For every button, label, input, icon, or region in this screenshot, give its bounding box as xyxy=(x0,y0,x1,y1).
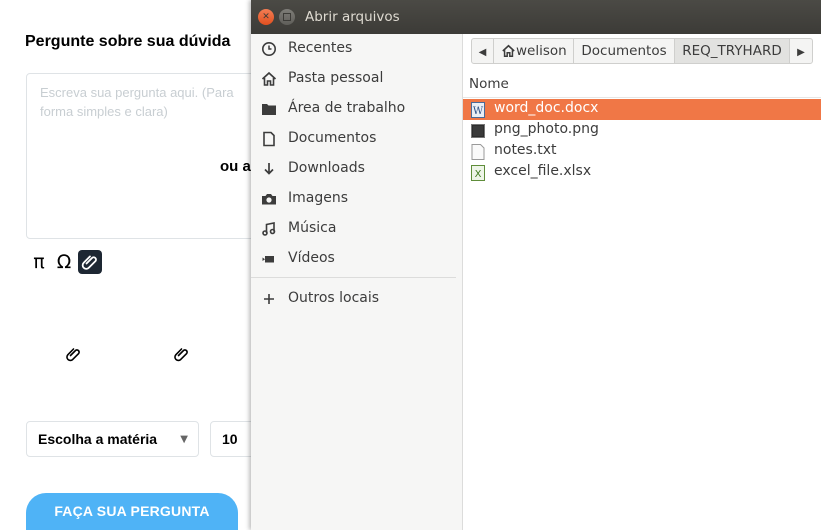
ask-question-button[interactable]: FAÇA SUA PERGUNTA xyxy=(26,493,238,530)
file-name: png_photo.png xyxy=(494,121,599,137)
name-column-header[interactable]: Nome xyxy=(463,71,821,98)
dialog-titlebar[interactable]: Abrir arquivos xyxy=(251,0,821,34)
sidebar-item-outros-locais[interactable]: Outros locais xyxy=(251,284,462,314)
column-header-label: Nome xyxy=(469,76,509,92)
open-files-dialog: Abrir arquivos Recentes Pasta pessoal Ár… xyxy=(251,0,821,530)
page-title: Pergunte sobre sua dúvida xyxy=(25,33,231,50)
question-placeholder: Escreva sua pergunta aqui. (Para forma s… xyxy=(40,85,234,119)
file-name: excel_file.xlsx xyxy=(494,163,592,179)
sidebar-item-downloads[interactable]: Downloads xyxy=(251,154,462,184)
sidebar-separator xyxy=(251,277,456,278)
paperclip-icon[interactable] xyxy=(172,344,192,364)
sidebar-item-documentos[interactable]: Documentos xyxy=(251,124,462,154)
path-scroll-left-button[interactable]: ◀ xyxy=(472,39,494,63)
clock-icon xyxy=(262,42,276,56)
sidebar-item-recentes[interactable]: Recentes xyxy=(251,34,462,64)
sidebar-item-area-de-trabalho[interactable]: Área de trabalho xyxy=(251,94,462,124)
points-value: 10 xyxy=(222,431,238,447)
svg-text:W: W xyxy=(473,106,484,117)
sidebar-item-label: Música xyxy=(288,220,337,236)
svg-text:X: X xyxy=(475,169,482,180)
path-crumb-req-tryhard[interactable]: REQ_TRYHARD xyxy=(675,39,790,63)
path-scroll-right-button[interactable]: ▶ xyxy=(790,39,812,63)
file-row-png-photo[interactable]: png_photo.png xyxy=(463,120,821,141)
subject-select-label: Escolha a matéria xyxy=(38,431,158,447)
home-icon xyxy=(261,71,277,86)
sidebar-item-imagens[interactable]: Imagens xyxy=(251,184,462,214)
download-icon xyxy=(264,163,274,175)
sidebar-item-label: Vídeos xyxy=(288,250,335,266)
text-file-icon xyxy=(471,144,485,160)
sidebar-item-videos[interactable]: Vídeos xyxy=(251,244,462,274)
close-window-button[interactable] xyxy=(258,9,274,25)
image-file-icon xyxy=(471,124,485,138)
sidebar-item-label: Outros locais xyxy=(288,290,380,306)
sidebar-item-label: Pasta pessoal xyxy=(288,70,384,86)
file-name: notes.txt xyxy=(494,142,557,158)
paperclip-icon xyxy=(81,255,97,270)
desktop-folder-icon xyxy=(262,104,276,115)
sidebar-item-label: Documentos xyxy=(288,130,377,146)
file-row-excel-file[interactable]: X excel_file.xlsx xyxy=(463,162,821,183)
word-doc-icon: W xyxy=(471,102,485,118)
paperclip-icon[interactable] xyxy=(64,344,84,364)
subject-select[interactable]: Escolha a matéria ▼ xyxy=(26,421,199,457)
document-icon xyxy=(263,131,275,147)
spreadsheet-icon: X xyxy=(471,165,485,181)
chevron-right-icon: ▶ xyxy=(797,47,805,58)
music-icon xyxy=(262,222,276,236)
minimize-window-button[interactable] xyxy=(279,9,295,25)
path-bar: ◀ welison Documentos REQ_TRYHARD ▶ xyxy=(471,38,813,64)
file-name: word_doc.docx xyxy=(494,100,599,116)
attach-button[interactable] xyxy=(78,250,102,274)
path-crumb-label: Documentos xyxy=(581,43,667,59)
path-crumb-label: REQ_TRYHARD xyxy=(682,43,782,59)
omega-button[interactable]: Ω xyxy=(52,250,76,274)
question-textarea[interactable]: Escreva sua pergunta aqui. (Para forma s… xyxy=(26,73,286,239)
chevron-left-icon: ◀ xyxy=(478,47,487,58)
camera-icon xyxy=(262,194,276,205)
video-icon xyxy=(262,256,274,263)
path-crumb-home[interactable]: welison xyxy=(494,39,574,63)
sidebar-item-musica[interactable]: Música xyxy=(251,214,462,244)
sidebar-item-label: Área de trabalho xyxy=(288,100,406,116)
file-row-notes-txt[interactable]: notes.txt xyxy=(463,141,821,162)
dropdown-arrow-icon: ▼ xyxy=(180,434,188,445)
sidebar-item-label: Recentes xyxy=(288,40,353,56)
plus-icon xyxy=(264,294,274,304)
sidebar-item-label: Imagens xyxy=(288,190,349,206)
sidebar-item-pasta-pessoal[interactable]: Pasta pessoal xyxy=(251,64,462,94)
path-crumb-documentos[interactable]: Documentos xyxy=(574,39,675,63)
or-attach-text: ou a xyxy=(220,158,251,175)
sidebar-item-label: Downloads xyxy=(288,160,365,176)
dialog-title: Abrir arquivos xyxy=(305,9,400,25)
path-crumb-label: welison xyxy=(516,43,567,59)
pi-button[interactable]: π xyxy=(27,250,51,274)
home-icon xyxy=(502,44,515,57)
file-row-word-doc[interactable]: W word_doc.docx xyxy=(463,99,821,120)
places-sidebar: Recentes Pasta pessoal Área de trabalho … xyxy=(251,34,463,530)
